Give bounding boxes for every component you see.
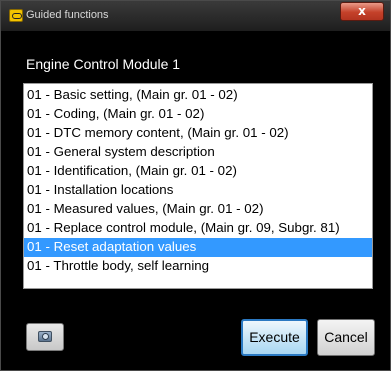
- list-item-basic-setting[interactable]: 01 - Basic setting, (Main gr. 01 - 02): [24, 86, 372, 105]
- vehicle-diagnostic-icon: [9, 9, 23, 22]
- close-icon[interactable]: x: [341, 3, 383, 20]
- list-item-measured-values[interactable]: 01 - Measured values, (Main gr. 01 - 02): [24, 200, 372, 219]
- list-item-installation-locations[interactable]: 01 - Installation locations: [24, 181, 372, 200]
- title-bar: Guided functions x: [1, 1, 390, 31]
- screenshot-button[interactable]: [26, 323, 64, 351]
- list-item-dtc-memory-content[interactable]: 01 - DTC memory content, (Main gr. 01 - …: [24, 124, 372, 143]
- cancel-button[interactable]: Cancel: [317, 319, 375, 356]
- guided-functions-list[interactable]: 01 - Basic setting, (Main gr. 01 - 02) 0…: [23, 83, 373, 289]
- guided-functions-dialog: Guided functions x Engine Control Module…: [0, 0, 391, 371]
- list-item-throttle-body-self-learning[interactable]: 01 - Throttle body, self learning: [24, 257, 372, 276]
- camera-icon: [38, 331, 52, 342]
- execute-button[interactable]: Execute: [241, 319, 308, 356]
- list-item-general-system-description[interactable]: 01 - General system description: [24, 143, 372, 162]
- module-title: Engine Control Module 1: [26, 56, 181, 72]
- list-item-reset-adaptation-values[interactable]: 01 - Reset adaptation values: [24, 238, 372, 257]
- window-title: Guided functions: [26, 9, 109, 21]
- list-item-replace-control-module[interactable]: 01 - Replace control module, (Main gr. 0…: [24, 219, 372, 238]
- close-button[interactable]: x: [340, 2, 384, 21]
- list-item-coding[interactable]: 01 - Coding, (Main gr. 01 - 02): [24, 105, 372, 124]
- list-item-identification[interactable]: 01 - Identification, (Main gr. 01 - 02): [24, 162, 372, 181]
